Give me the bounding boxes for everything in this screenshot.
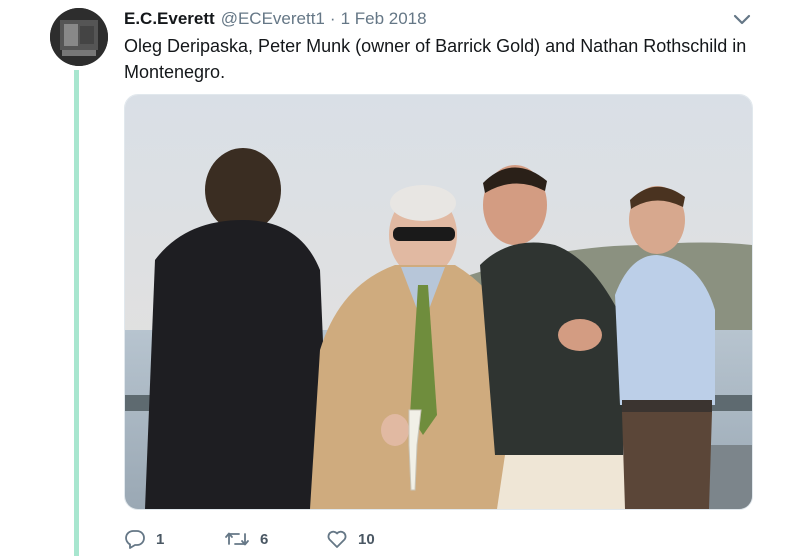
chevron-down-icon (733, 14, 751, 25)
like-button[interactable]: 10 (326, 528, 375, 550)
tweet-text: Oleg Deripaska, Peter Munk (owner of Bar… (124, 36, 747, 82)
tweet-photo[interactable] (124, 94, 753, 510)
avatar[interactable] (50, 8, 108, 66)
photo-image (125, 95, 752, 509)
like-count: 10 (358, 530, 375, 548)
reply-icon (125, 530, 145, 549)
reply-count: 1 (156, 530, 165, 548)
retweet-count: 6 (260, 530, 269, 548)
tweet-actions: 1 6 10 (124, 528, 524, 552)
tweet-menu-button[interactable] (731, 12, 753, 28)
author-handle[interactable]: @ECEverett1 (221, 9, 325, 29)
thread-connector-line (74, 70, 79, 556)
retweet-icon (225, 532, 249, 546)
retweet-button[interactable]: 6 (224, 528, 268, 550)
tweet-date[interactable]: 1 Feb 2018 (341, 9, 427, 29)
separator-dot: · (329, 9, 336, 28)
author-name[interactable]: E.C.Everett (124, 9, 215, 29)
reply-button[interactable]: 1 (124, 528, 164, 550)
avatar-image (50, 8, 108, 66)
heart-icon (327, 530, 347, 548)
tweet-header: E.C.Everett @ECEverett1 · 1 Feb 2018 (124, 9, 427, 29)
